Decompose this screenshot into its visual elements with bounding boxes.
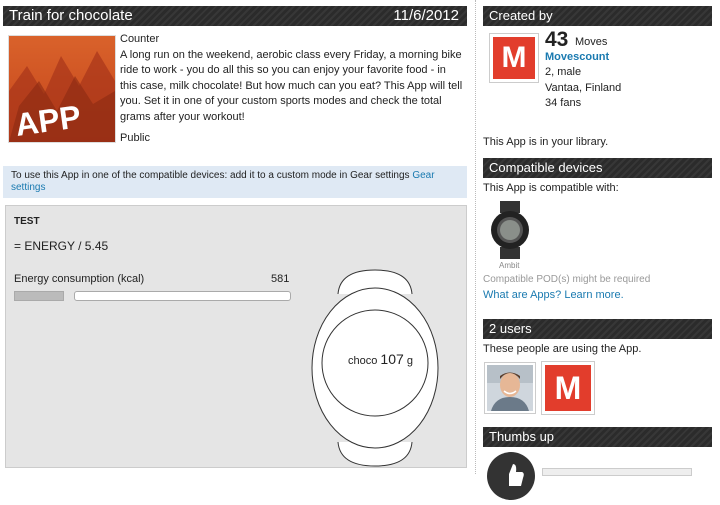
app-description: A long run on the weekend, aerobic class… xyxy=(120,48,463,123)
created-by-header: Created by xyxy=(483,6,712,26)
app-description-block: Counter A long run on the weekend, aerob… xyxy=(120,32,465,147)
thumbs-up-header: Thumbs up xyxy=(483,427,712,447)
pod-note: Compatible POD(s) might be required xyxy=(483,274,651,285)
compatible-devices-header: Compatible devices xyxy=(483,158,712,178)
creator-details: 2, male xyxy=(545,66,582,78)
users-intro: These people are using the App. xyxy=(483,343,642,355)
column-divider xyxy=(475,0,476,474)
device-name: Ambit xyxy=(499,261,520,270)
creator-location: Vantaa, Finland xyxy=(545,82,622,94)
app-category: Counter xyxy=(120,33,160,45)
slider-value: 581 xyxy=(271,273,290,285)
user-photo-icon xyxy=(487,365,533,411)
moves-count: 43 xyxy=(545,28,569,51)
app-thumbnail: APP xyxy=(8,35,116,143)
moves-label: Moves xyxy=(575,36,608,48)
watch-unit: g xyxy=(406,355,413,367)
learn-more-link[interactable]: What are Apps? Learn more. xyxy=(483,289,624,301)
slider-track[interactable] xyxy=(74,291,291,301)
creator-name-link[interactable]: Movescount xyxy=(545,51,609,63)
library-note: This App is in your library. xyxy=(483,136,609,148)
thumbs-up-icon[interactable] xyxy=(487,452,535,500)
test-label: TEST xyxy=(14,216,40,227)
info-bar: To use this App in one of the compatible… xyxy=(3,166,467,198)
ambit-watch-icon[interactable] xyxy=(490,201,530,259)
watch-label: choco xyxy=(348,355,378,367)
watch-display: choco 107 g xyxy=(348,351,413,367)
creator-avatar[interactable]: M xyxy=(489,33,539,83)
users-header: 2 users xyxy=(483,319,712,339)
mountain-graphic: APP xyxy=(9,51,115,142)
slider-label: Energy consumption (kcal) xyxy=(14,273,145,285)
app-title: Train for chocolate xyxy=(9,7,133,24)
user-avatar-1[interactable] xyxy=(484,362,536,414)
thumbs-up-bar xyxy=(542,468,692,476)
user-avatar-2[interactable]: M xyxy=(541,361,595,415)
watch-value: 107 xyxy=(380,351,404,367)
app-visibility: Public xyxy=(120,132,150,144)
slider-fill[interactable] xyxy=(14,291,64,301)
app-title-bar: Train for chocolate 11/6/2012 xyxy=(3,6,467,26)
formula-text: = ENERGY / 5.45 xyxy=(14,239,109,253)
info-bar-text: To use this App in one of the compatible… xyxy=(11,170,413,181)
app-date: 11/6/2012 xyxy=(393,7,459,24)
compatible-intro: This App is compatible with: xyxy=(483,182,619,194)
watch-graphic xyxy=(311,269,439,467)
creator-fans: 34 fans xyxy=(545,97,582,109)
